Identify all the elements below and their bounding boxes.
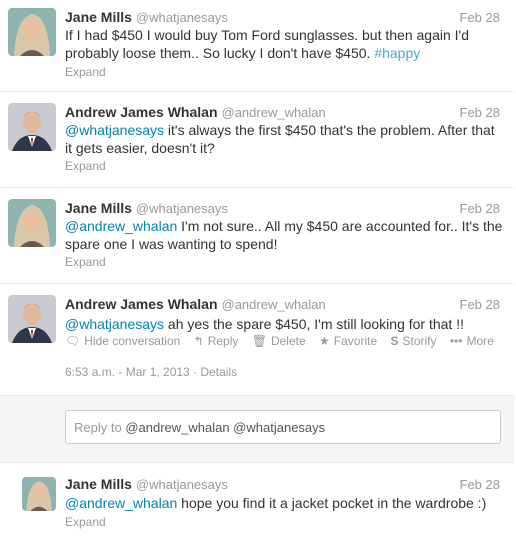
author-handle[interactable]: @andrew_whalan — [222, 105, 326, 120]
avatar[interactable] — [8, 103, 56, 151]
favorite-button[interactable]: ★ Favorite — [319, 334, 377, 348]
tweet-date[interactable]: Feb 28 — [460, 477, 500, 492]
speech-bubble-icon: 🗨︎ — [65, 334, 81, 348]
mention-link[interactable]: @andrew_whalan — [65, 218, 177, 234]
tweet-date[interactable]: Feb 28 — [460, 297, 500, 312]
avatar[interactable] — [8, 199, 56, 247]
tweet-2[interactable]: Andrew James Whalan @andrew_whalan Feb 28… — [0, 92, 514, 188]
storify-button[interactable]: S Storify — [390, 334, 436, 348]
mention-link[interactable]: @andrew_whalan — [65, 495, 177, 511]
author-name[interactable]: Jane Mills @whatjanesays — [65, 476, 228, 492]
tweet-text: @andrew_whalan hope you find it a jacket… — [65, 495, 487, 511]
avatar[interactable] — [8, 295, 56, 343]
delete-button[interactable]: 🗑︎ Delete — [252, 334, 306, 348]
expand-link[interactable]: Expand — [65, 159, 106, 173]
tweet-date[interactable]: Feb 28 — [460, 201, 500, 216]
tweet-timestamp-details[interactable]: 6:53 a.m. - Mar 1, 2013 · Details — [65, 365, 237, 379]
reply-area: Reply to @andrew_whalan @whatjanesays — [0, 395, 514, 463]
author-handle[interactable]: @andrew_whalan — [222, 297, 326, 312]
tweet-1[interactable]: Jane Mills @whatjanesays Feb 28 If I had … — [0, 0, 514, 92]
tweet-text: If I had $450 I would buy Tom Ford sungl… — [65, 27, 470, 61]
hashtag-link[interactable]: #happy — [374, 45, 420, 61]
avatar[interactable] — [22, 477, 56, 511]
storify-icon: S — [390, 334, 399, 348]
conversation-timeline: Jane Mills @whatjanesays Feb 28 If I had … — [0, 0, 516, 541]
author-handle[interactable]: @whatjanesays — [136, 477, 228, 492]
author-handle[interactable]: @whatjanesays — [136, 201, 228, 216]
author-name[interactable]: Jane Mills @whatjanesays — [65, 9, 228, 25]
hide-conversation-button[interactable]: 🗨︎ Hide conversation — [65, 334, 180, 348]
reply-button[interactable]: ↰ Reply — [194, 334, 239, 348]
tweet-text: @whatjanesays it's always the first $450… — [65, 122, 495, 156]
more-button[interactable]: ••• More — [450, 334, 494, 348]
expand-link[interactable]: Expand — [65, 65, 106, 79]
tweet-text: @whatjanesays ah yes the spare $450, I'm… — [65, 316, 464, 332]
star-icon: ★ — [319, 334, 330, 348]
tweet-3[interactable]: Jane Mills @whatjanesays Feb 28 @andrew_w… — [0, 188, 514, 284]
avatar[interactable] — [8, 8, 56, 56]
mention-link[interactable]: @whatjanesays — [65, 316, 164, 332]
trash-icon: 🗑︎ — [251, 334, 267, 348]
tweet-actions: 🗨︎ Hide conversation ↰ Reply 🗑︎ Delete ★ Fav… — [65, 334, 504, 348]
tweet-text: @andrew_whalan I'm not sure.. All my $45… — [65, 218, 503, 252]
tweet-4-expanded[interactable]: Andrew James Whalan @andrew_whalan Feb 28… — [0, 284, 514, 395]
expand-link[interactable]: Expand — [65, 255, 106, 269]
tweet-5[interactable]: Jane Mills @whatjanesays Feb 28 @andrew_w… — [0, 461, 514, 541]
author-name[interactable]: Andrew James Whalan @andrew_whalan — [65, 104, 326, 120]
expand-link[interactable]: Expand — [65, 515, 106, 529]
mention-link[interactable]: @whatjanesays — [65, 122, 164, 138]
tweet-date[interactable]: Feb 28 — [460, 10, 500, 25]
reply-arrow-icon: ↰ — [193, 334, 204, 348]
author-name[interactable]: Jane Mills @whatjanesays — [65, 200, 228, 216]
reply-input[interactable]: Reply to @andrew_whalan @whatjanesays — [65, 410, 501, 444]
ellipsis-icon: ••• — [449, 334, 463, 348]
author-handle[interactable]: @whatjanesays — [136, 10, 228, 25]
tweet-date[interactable]: Feb 28 — [460, 105, 500, 120]
author-name[interactable]: Andrew James Whalan @andrew_whalan — [65, 296, 326, 312]
